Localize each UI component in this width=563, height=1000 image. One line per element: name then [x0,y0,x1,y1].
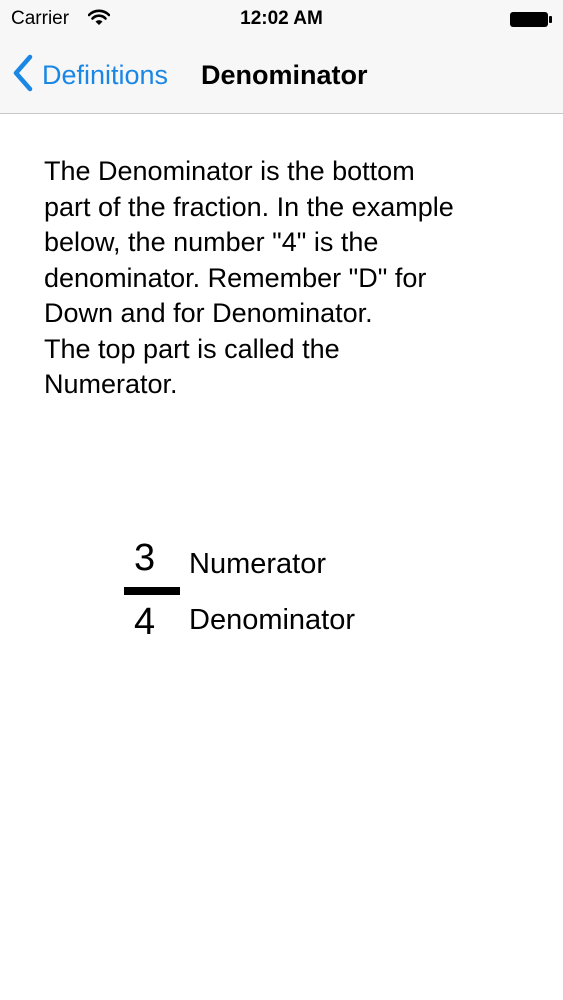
page-title: Denominator [201,60,368,90]
status-time: 12:02 AM [240,8,323,29]
battery-icon [509,11,553,33]
definition-line: below, the number "4" is the [44,227,379,257]
definition-text: The Denominator is the bottom part of th… [44,154,534,403]
definition-line: Numerator. [44,369,178,399]
fraction-bar [124,587,180,595]
chevron-left-icon [12,54,34,97]
denominator-label: Denominator [189,604,356,636]
navigation-bar: Definitions Denominator [0,40,563,114]
status-bar: Carrier 12:02 AM [0,0,563,40]
numerator-label: Numerator [189,548,326,580]
back-button-label: Definitions [42,59,169,90]
fraction-numerator: 3 [134,537,156,579]
back-button[interactable]: Definitions [12,54,169,97]
definition-line: Down and for Denominator. [44,298,373,328]
fraction-denominator: 4 [134,601,156,643]
definition-line: The Denominator is the bottom [44,156,415,186]
definition-line: part of the fraction. In the example [44,191,454,222]
definition-line: The top part is called the [44,333,340,364]
definition-line: denominator. Remember "D" for [44,262,427,293]
